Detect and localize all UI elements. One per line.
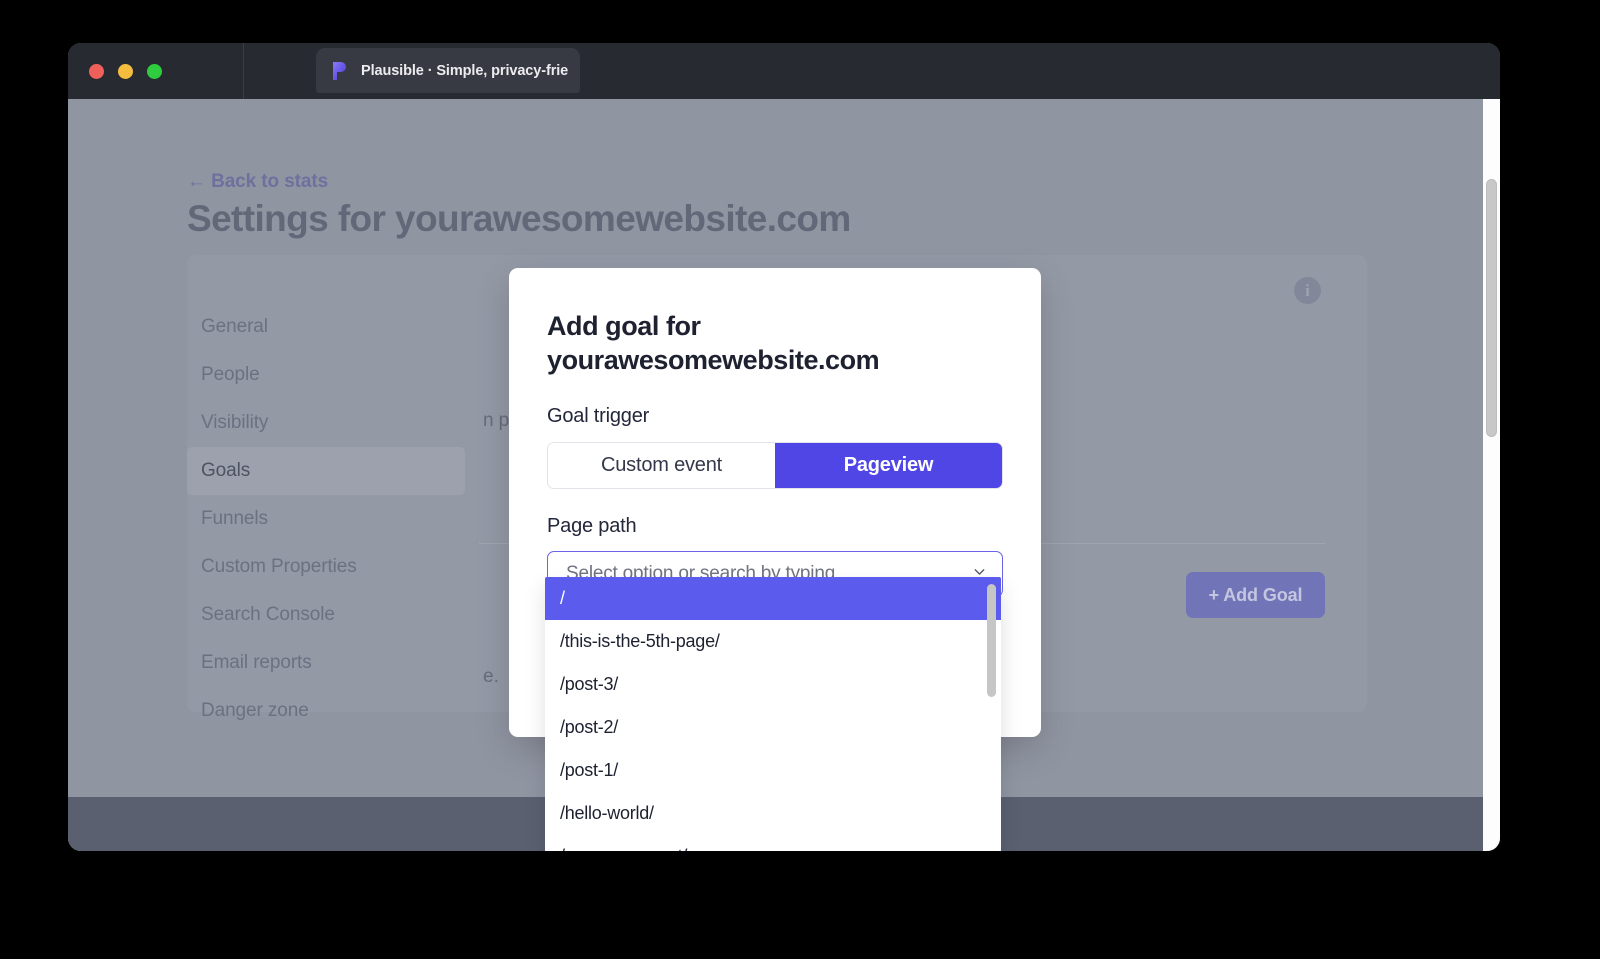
trigger-option-pageview[interactable]: Pageview xyxy=(775,442,1002,488)
sidebar-item-danger-zone[interactable]: Danger zone xyxy=(187,687,465,735)
page-path-dropdown[interactable]: / /this-is-the-5th-page/ /post-3/ /post-… xyxy=(545,577,1001,851)
close-window-button[interactable] xyxy=(89,63,104,79)
sidebar-item-visibility[interactable]: Visibility xyxy=(187,399,465,447)
dropdown-option-hello-world[interactable]: /hello-world/ xyxy=(545,792,1001,835)
sidebar-item-goals[interactable]: Goals xyxy=(187,447,465,495)
dropdown-option-post-3[interactable]: /post-3/ xyxy=(545,663,1001,706)
browser-window: Plausible · Simple, privacy-friend ← Bac… xyxy=(68,43,1500,851)
goals-footnote: e. xyxy=(483,666,499,687)
dropdown-option-post-1[interactable]: /post-1/ xyxy=(545,749,1001,792)
plausible-logo-icon xyxy=(328,60,350,82)
page-title: Settings for yourawesomewebsite.com xyxy=(187,198,851,239)
sidebar-item-funnels[interactable]: Funnels xyxy=(187,495,465,543)
maximize-window-button[interactable] xyxy=(147,63,162,79)
back-to-stats-link[interactable]: ← Back to stats xyxy=(187,171,328,193)
dropdown-option-root[interactable]: / xyxy=(545,577,1001,620)
minimize-window-button[interactable] xyxy=(118,63,133,79)
info-icon[interactable]: i xyxy=(1294,277,1321,304)
goal-trigger-label: Goal trigger xyxy=(547,404,650,427)
modal-title: Add goal for yourawesomewebsite.com xyxy=(547,311,880,376)
settings-sidebar: General People Visibility Goals Funnels … xyxy=(187,303,465,735)
sidebar-item-email-reports[interactable]: Email reports xyxy=(187,639,465,687)
sidebar-item-search-console[interactable]: Search Console xyxy=(187,591,465,639)
browser-viewport: ← Back to stats Settings for yourawesome… xyxy=(68,99,1500,851)
browser-titlebar: Plausible · Simple, privacy-friend xyxy=(68,43,1500,99)
trigger-option-custom-event[interactable]: Custom event xyxy=(548,442,775,488)
dropdown-option-evergreen-post[interactable]: /evergreen-post/ xyxy=(545,835,1001,851)
page-path-label: Page path xyxy=(547,514,637,537)
sidebar-item-people[interactable]: People xyxy=(187,351,465,399)
dropdown-scrollbar-thumb[interactable] xyxy=(987,584,996,697)
page-scrollbar-thumb[interactable] xyxy=(1486,179,1497,437)
goal-trigger-toggle-group: Custom event Pageview xyxy=(547,441,1003,489)
sidebar-item-general[interactable]: General xyxy=(187,303,465,351)
add-goal-button[interactable]: + Add Goal xyxy=(1186,572,1325,618)
page-scrollbar[interactable] xyxy=(1483,99,1500,851)
browser-tab-title: Plausible · Simple, privacy-friend xyxy=(361,62,568,79)
settings-page: ← Back to stats Settings for yourawesome… xyxy=(68,99,1500,851)
dropdown-option-post-2[interactable]: /post-2/ xyxy=(545,706,1001,749)
dropdown-option-this-is-the-5th-page[interactable]: /this-is-the-5th-page/ xyxy=(545,620,1001,663)
sidebar-item-custom-properties[interactable]: Custom Properties xyxy=(187,543,465,591)
screenshot-root: Plausible · Simple, privacy-friend ← Bac… xyxy=(0,0,1600,959)
browser-tab[interactable]: Plausible · Simple, privacy-friend xyxy=(316,48,580,93)
window-controls xyxy=(84,43,244,99)
dropdown-scrollbar[interactable] xyxy=(987,580,999,849)
